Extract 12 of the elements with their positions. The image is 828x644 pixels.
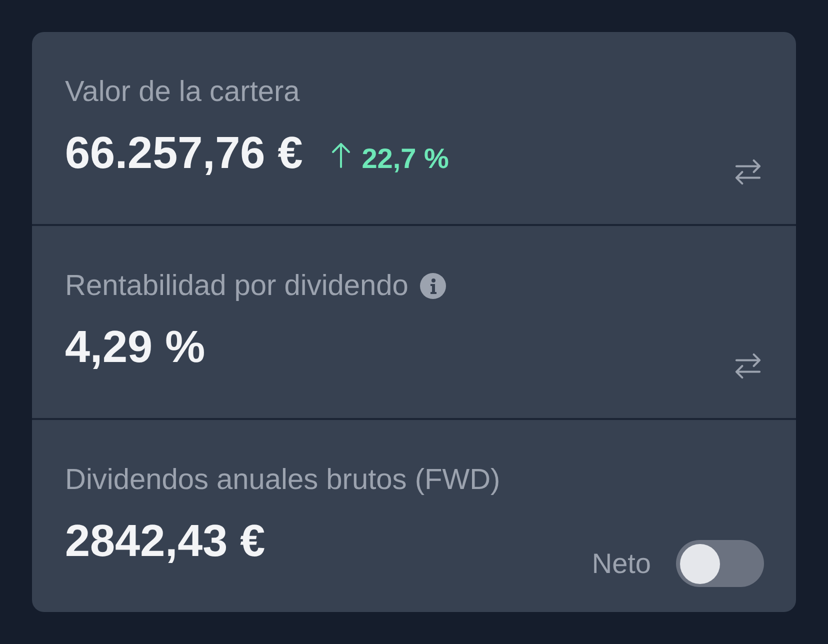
metric-value: 66.257,76 €: [65, 127, 303, 179]
metric-value: 4,29 %: [65, 321, 206, 373]
metric-label: Valor de la cartera: [65, 75, 300, 110]
metric-label: Rentabilidad por dividendo: [65, 269, 408, 304]
toggle-label: Neto: [592, 546, 651, 580]
metric-value: 2842,43 €: [65, 515, 266, 567]
info-icon[interactable]: [420, 273, 446, 299]
swap-icon[interactable]: [735, 353, 761, 379]
swap-icon[interactable]: [735, 159, 761, 185]
toggle-switch[interactable]: [676, 540, 764, 587]
metric-label: Dividendos anuales brutos (FWD): [65, 463, 500, 498]
change-percent: 22,7 %: [362, 142, 449, 176]
